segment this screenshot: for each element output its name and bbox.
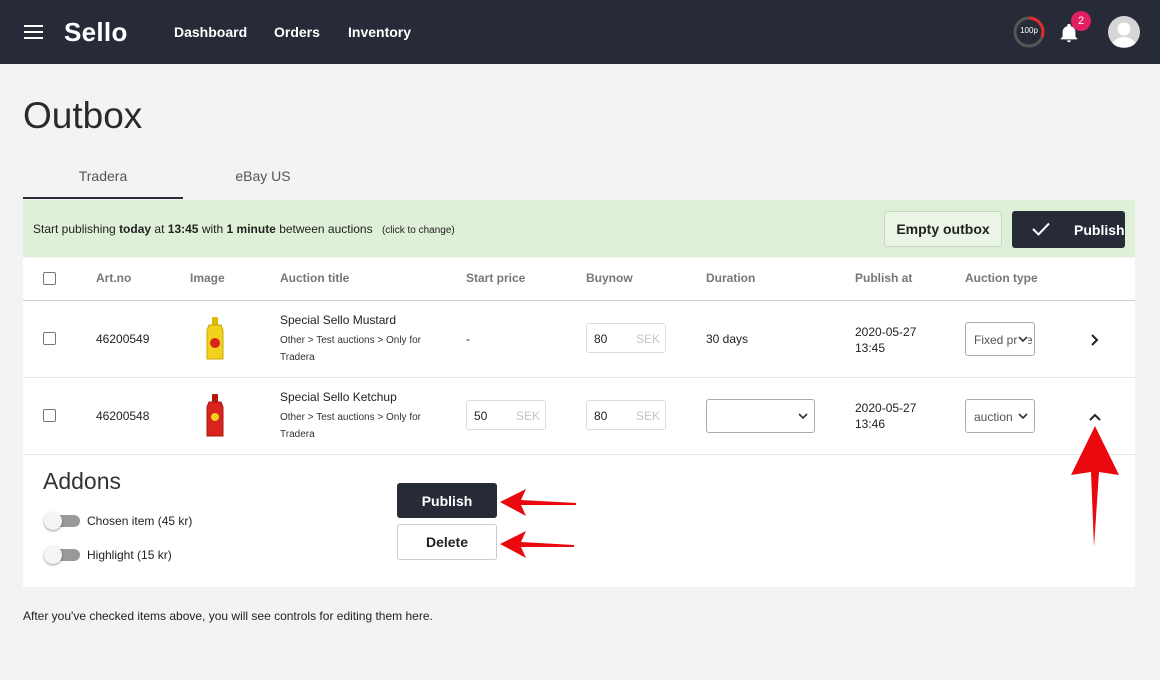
start-price-input[interactable]: 50 SEK [466, 400, 546, 430]
header-buynow: Buynow [586, 271, 633, 285]
auction-title: Special Sello Mustard [280, 313, 397, 327]
ketchup-bottle-image [206, 394, 224, 437]
art-no: 46200548 [96, 409, 150, 423]
start-price-value: - [466, 332, 470, 346]
publish-at: 2020-05-27 13:46 [855, 401, 917, 431]
header-image: Image [190, 271, 225, 285]
addons-title: Addons [43, 468, 122, 494]
auction-type-select[interactable]: Fixed price [965, 322, 1035, 356]
publish-button[interactable]: Publish [397, 483, 497, 518]
edit-controls-note: After you've checked items above, you wi… [23, 609, 433, 623]
avatar[interactable] [1108, 16, 1140, 48]
mustard-bottle-image [206, 317, 224, 360]
buynow-input[interactable]: 80 SEK [586, 400, 666, 430]
auction-category: Other > Test auctions > Only for Tradera [280, 335, 421, 363]
outbox-table: Art.no Image Auction title Start price B… [23, 258, 1135, 587]
delete-button[interactable]: Delete [397, 524, 497, 560]
buynow-input[interactable]: 80 SEK [586, 323, 666, 353]
chevron-down-icon [1018, 410, 1028, 422]
chevron-right-icon[interactable] [1089, 333, 1101, 347]
auction-title: Special Sello Ketchup [280, 390, 397, 404]
header-duration: Duration [706, 271, 756, 285]
row-divider [23, 377, 1135, 378]
header-art-no: Art.no [96, 271, 132, 285]
notification-badge: 2 [1071, 11, 1091, 31]
header-start-price: Start price [466, 271, 526, 285]
publish-at: 2020-05-27 13:45 [855, 325, 917, 355]
tab-tradera[interactable]: Tradera [23, 168, 183, 184]
nav-dashboard[interactable]: Dashboard [174, 24, 247, 40]
header-divider [23, 300, 1135, 301]
page-title: Outbox [23, 95, 143, 136]
auction-type-select[interactable]: auction [965, 399, 1035, 433]
active-tab-indicator [23, 197, 183, 199]
header-auction-title: Auction title [280, 271, 350, 285]
highlight-toggle[interactable] [44, 546, 80, 564]
publish-schedule-text[interactable]: Start publishing today at 13:45 with 1 m… [33, 222, 455, 236]
tab-ebay-us[interactable]: eBay US [183, 168, 343, 184]
auction-category: Other > Test auctions > Only for Tradera [280, 412, 421, 440]
quota-gauge[interactable]: 100p [1013, 16, 1045, 48]
publish-schedule-banner: Start publishing today at 13:45 with 1 m… [23, 200, 1135, 257]
checkmark-icon [1032, 222, 1050, 236]
chevron-down-icon [798, 413, 808, 420]
row-checkbox[interactable] [43, 332, 56, 345]
select-all-checkbox[interactable] [43, 272, 56, 285]
duration-value: 30 days [706, 332, 749, 346]
header-publish-at: Publish at [855, 271, 913, 285]
quota-label: 100p [1020, 26, 1038, 35]
row-divider [23, 454, 1135, 455]
publish-all-button[interactable]: Publish [1012, 211, 1125, 248]
chevron-up-icon[interactable] [1088, 412, 1102, 422]
nav-inventory[interactable]: Inventory [348, 24, 411, 40]
highlight-label: Highlight (15 kr) [87, 548, 172, 562]
nav-orders[interactable]: Orders [274, 24, 320, 40]
logo[interactable]: Sello [64, 17, 128, 48]
empty-outbox-button[interactable]: Empty outbox [884, 211, 1002, 247]
duration-select[interactable] [706, 399, 815, 433]
user-icon [1111, 22, 1137, 47]
change-hint: (click to change) [381, 225, 455, 236]
row-checkbox[interactable] [43, 409, 56, 422]
menu-icon[interactable] [24, 25, 43, 39]
header-auction-type: Auction type [965, 271, 1038, 285]
chevron-down-icon [1018, 333, 1028, 345]
art-no: 46200549 [96, 332, 150, 346]
chosen-item-label: Chosen item (45 kr) [87, 514, 193, 528]
chosen-item-toggle[interactable] [44, 512, 80, 530]
top-navbar: Sello Dashboard Orders Inventory 100p 2 [0, 0, 1160, 64]
